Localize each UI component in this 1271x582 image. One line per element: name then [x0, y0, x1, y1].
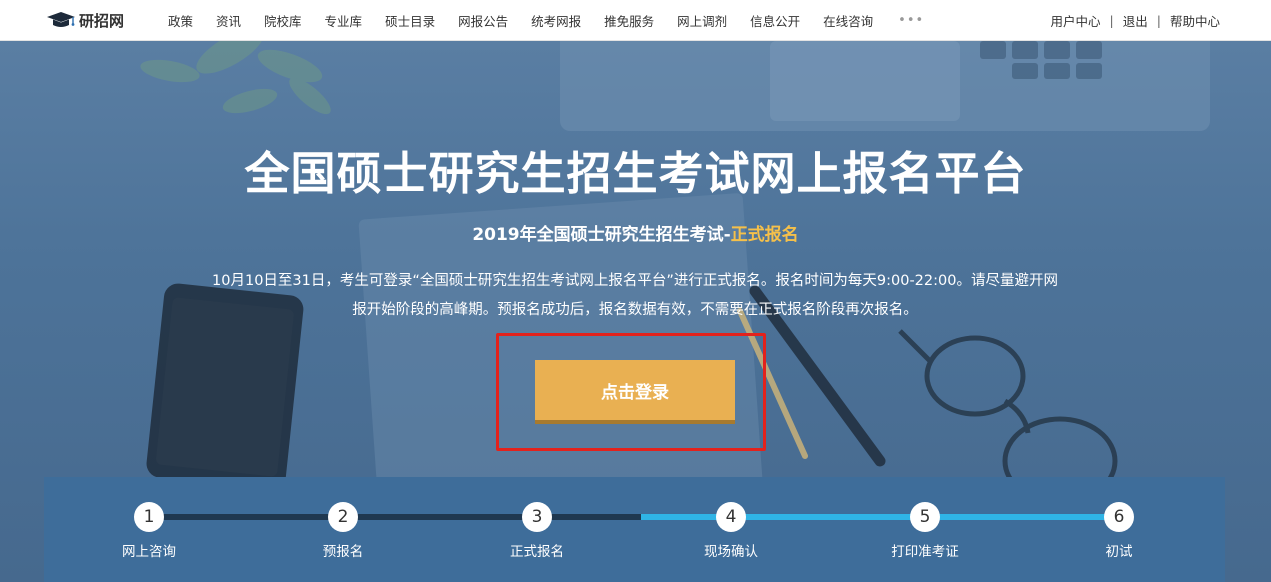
description-line: 报开始阶段的高峰期。预报名成功后，报名数据有效，不需要在正式报名阶段再次报名。 — [352, 302, 918, 318]
step-preliminary-exam: 6 初试 — [1069, 502, 1169, 560]
step-onsite-confirmation: 4 现场确认 — [681, 502, 781, 560]
step-number: 2 — [328, 502, 358, 532]
subtitle-main: 2019年全国硕士研究生招生考试- — [472, 225, 731, 245]
graduation-cap-icon — [47, 12, 75, 27]
nav-information-disclosure[interactable]: 信息公开 — [750, 11, 800, 30]
nav-recommendation-service[interactable]: 推免服务 — [604, 11, 654, 30]
step-label: 正式报名 — [510, 544, 564, 560]
nav-master-catalog[interactable]: 硕士目录 — [385, 11, 435, 30]
step-label: 初试 — [1105, 544, 1133, 560]
step-number: 4 — [716, 502, 746, 532]
help-center-link[interactable]: 帮助中心 — [1170, 11, 1220, 30]
site-logo[interactable]: 研招网 — [46, 10, 124, 30]
nav-schools[interactable]: 院校库 — [264, 11, 302, 30]
step-number: 5 — [910, 502, 940, 532]
step-number: 3 — [522, 502, 552, 532]
step-print-admission-ticket: 5 打印准考证 — [875, 502, 975, 560]
logout-link[interactable]: 退出 — [1123, 11, 1148, 30]
nav-online-consultation[interactable]: 在线咨询 — [823, 11, 873, 30]
description-line: 10月10日至31日，考生可登录“全国硕士研究生招生考试网上报名平台”进行正式报… — [212, 273, 1058, 289]
nav-majors[interactable]: 专业库 — [325, 11, 363, 30]
step-number: 1 — [134, 502, 164, 532]
subtitle-highlight: 正式报名 — [730, 225, 799, 245]
nav-online-adjustment[interactable]: 网上调剂 — [677, 11, 727, 30]
hero-banner: 全国硕士研究生招生考试网上报名平台 2019年全国硕士研究生招生考试-正式报名 … — [0, 41, 1271, 582]
step-label: 网上咨询 — [122, 544, 176, 560]
step-online-consultation: 1 网上咨询 — [99, 502, 199, 560]
user-links: 用户中心 | 退出 | 帮助中心 — [1051, 0, 1220, 41]
user-center-link[interactable]: 用户中心 — [1051, 11, 1101, 30]
logo-text: 研招网 — [79, 11, 125, 30]
separator: | — [1156, 13, 1161, 28]
page-subtitle: 2019年全国硕士研究生招生考试-正式报名 — [0, 220, 1271, 245]
registration-description: 10月10日至31日，考生可登录“全国硕士研究生招生考试网上报名平台”进行正式报… — [175, 267, 1095, 325]
top-navbar: 研招网 政策 资讯 院校库 专业库 硕士目录 网报公告 统考网报 推免服务 网上… — [0, 0, 1271, 41]
page-title: 全国硕士研究生招生考试网上报名平台 — [244, 147, 1027, 200]
step-label: 现场确认 — [704, 544, 758, 560]
nav-more-icon[interactable]: ••• — [898, 13, 924, 28]
nav-unified-exam-registration[interactable]: 统考网报 — [531, 11, 581, 30]
login-button[interactable]: 点击登录 — [535, 360, 735, 424]
nav-news[interactable]: 资讯 — [216, 11, 241, 30]
main-nav: 政策 资讯 院校库 专业库 硕士目录 网报公告 统考网报 推免服务 网上调剂 信… — [168, 0, 947, 41]
step-number: 6 — [1104, 502, 1134, 532]
step-label: 预报名 — [322, 544, 364, 560]
nav-policy[interactable]: 政策 — [168, 11, 193, 30]
separator: | — [1109, 13, 1114, 28]
step-pre-registration: 2 预报名 — [293, 502, 393, 560]
step-label: 打印准考证 — [891, 544, 959, 560]
nav-registration-notice[interactable]: 网报公告 — [458, 11, 508, 30]
step-formal-registration: 3 正式报名 — [487, 502, 587, 560]
registration-steps: 1 网上咨询 2 预报名 3 正式报名 4 现场确认 5 打印准考证 6 初试 — [44, 477, 1225, 582]
